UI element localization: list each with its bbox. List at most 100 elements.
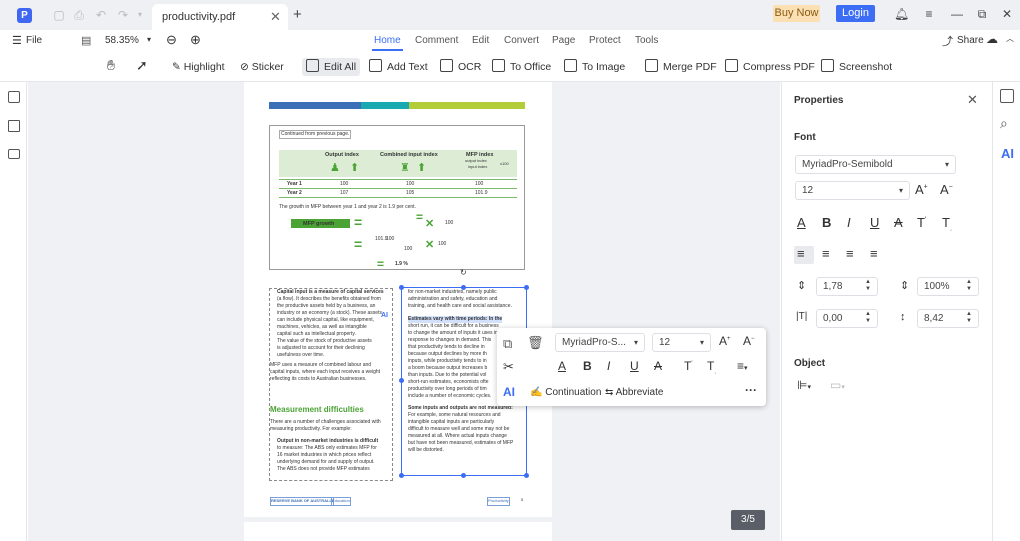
redo-icon[interactable]: ↷ — [116, 8, 130, 22]
add-text-button[interactable]: Add Text — [369, 58, 428, 76]
resize-handle-bm[interactable] — [461, 473, 466, 478]
italic-icon[interactable]: I — [847, 215, 851, 230]
abbreviate-button[interactable]: ⇆ Abbreviate — [605, 387, 663, 398]
resize-handle-tr[interactable] — [524, 285, 529, 290]
increase-font-icon[interactable]: A+ — [719, 334, 731, 348]
zoom-level[interactable]: 58.35% — [105, 35, 139, 46]
to-image-button[interactable]: To Image — [564, 58, 625, 76]
new-tab-button[interactable]: + — [293, 6, 302, 23]
rotate-handle-icon[interactable]: ↻ — [460, 268, 467, 277]
subscript-icon[interactable]: T. — [942, 215, 952, 233]
strikethrough-icon[interactable]: A — [654, 359, 662, 373]
compress-pdf-button[interactable]: Compress PDF — [725, 58, 815, 76]
tab-protect[interactable]: Protect — [589, 35, 621, 46]
align-right-icon[interactable]: ≡ — [846, 246, 854, 261]
chevron-down-icon[interactable]: ▾ — [133, 8, 147, 22]
minimize-icon[interactable]: — — [950, 7, 964, 21]
line-height-input[interactable]: 8,42 ▲ ▼ — [917, 309, 979, 328]
select-tool-icon[interactable]: ➚ — [136, 57, 148, 74]
bell-icon[interactable]: 🔔︎ — [894, 7, 909, 21]
cloud-icon[interactable]: ☁ — [986, 32, 998, 46]
tab-home[interactable]: Home — [374, 35, 401, 46]
share-icon[interactable]: ⤴ — [942, 33, 953, 49]
menu-icon[interactable]: ≡ — [922, 7, 936, 21]
increase-font-size-icon[interactable]: A+ — [915, 182, 928, 197]
save-icon[interactable]: ▢ — [52, 8, 66, 22]
copy-icon[interactable]: ⧉ — [503, 336, 512, 352]
close-window-icon[interactable]: ✕ — [1000, 7, 1014, 21]
print-icon[interactable]: ⎙ — [72, 8, 86, 22]
bookmark-icon[interactable] — [8, 120, 20, 132]
zoom-in-icon[interactable]: ⊕ — [190, 32, 201, 48]
more-options-icon[interactable]: ··· — [745, 383, 757, 397]
properties-panel-icon[interactable] — [1000, 89, 1014, 103]
align-left-icon[interactable]: ≡ — [797, 246, 805, 261]
zoom-dropdown-icon[interactable]: ▾ — [147, 35, 151, 44]
restore-icon[interactable]: ⧉ — [975, 7, 989, 22]
thumbnails-icon[interactable] — [8, 91, 20, 103]
resize-handle-bl[interactable] — [399, 473, 404, 478]
continuation-button[interactable]: ✍ Continuation — [530, 387, 601, 398]
ai-assistant-icon[interactable]: AI — [503, 385, 515, 399]
file-menu[interactable]: File — [26, 35, 42, 46]
screenshot-button[interactable]: Screenshot — [821, 58, 892, 76]
resize-handle-tl[interactable] — [399, 285, 404, 290]
app-logo-icon[interactable]: P — [17, 8, 32, 23]
edit-all-button[interactable]: Edit All — [302, 58, 361, 76]
spinner-icon[interactable]: ▲ ▼ — [865, 279, 871, 293]
delete-icon[interactable]: 🗑︎ — [527, 335, 544, 351]
merge-pdf-button[interactable]: Merge PDF — [645, 58, 717, 76]
tab-convert[interactable]: Convert — [504, 35, 539, 46]
hamburger-icon[interactable]: ☰ — [12, 34, 22, 47]
font-size-select[interactable]: 12 ▾ — [652, 333, 711, 352]
align-justify-icon[interactable]: ≡ — [870, 246, 878, 261]
spinner-icon[interactable]: ▲ ▼ — [966, 311, 972, 325]
tab-edit[interactable]: Edit — [472, 35, 489, 46]
share-button[interactable]: Share — [957, 35, 984, 46]
close-panel-icon[interactable]: ✕ — [967, 92, 978, 108]
decrease-font-size-icon[interactable]: A− — [940, 182, 953, 197]
font-family-select[interactable]: MyriadPro-S... ▾ — [555, 333, 645, 352]
highlight-button[interactable]: ✎ Highlight — [172, 58, 225, 76]
search-icon[interactable]: ⌕ — [1000, 115, 1008, 132]
superscript-icon[interactable]: T' — [684, 359, 693, 373]
login-button[interactable]: Login — [836, 5, 875, 22]
to-office-button[interactable]: To Office — [492, 58, 551, 76]
text-color-icon[interactable]: A — [797, 215, 806, 230]
sticker-button[interactable]: ⊘ Sticker — [240, 58, 284, 76]
bold-icon[interactable]: B — [583, 359, 592, 373]
spinner-icon[interactable]: ▲ ▼ — [865, 311, 871, 325]
bold-icon[interactable]: B — [822, 215, 831, 230]
collapse-ribbon-icon[interactable]: ︿ — [1006, 33, 1014, 44]
char-spacing-input[interactable]: 0,00 ▲ ▼ — [816, 309, 878, 328]
object-align-icon[interactable]: ⊫▾ — [797, 378, 811, 392]
strikethrough-icon[interactable]: A — [894, 215, 903, 230]
font-size-dropdown[interactable]: 12 ▾ — [795, 181, 910, 200]
align-icon[interactable]: ≡▾ — [737, 359, 748, 373]
tab-comment[interactable]: Comment — [415, 35, 458, 46]
subscript-icon[interactable]: T. — [707, 359, 716, 375]
scale-input[interactable]: 100% ▲ ▼ — [917, 277, 979, 296]
ai-icon[interactable]: AI — [1001, 146, 1014, 161]
cut-icon[interactable]: ✂ — [503, 359, 514, 375]
decrease-font-icon[interactable]: A− — [743, 334, 755, 348]
ocr-button[interactable]: OCR — [440, 58, 481, 76]
tab-page[interactable]: Page — [552, 35, 575, 46]
italic-icon[interactable]: I — [607, 359, 610, 373]
buy-now-button[interactable]: Buy Now — [773, 5, 820, 22]
line-spacing-input[interactable]: 1,78 ▲ ▼ — [816, 277, 878, 296]
close-tab-icon[interactable]: ✕ — [270, 9, 281, 25]
resize-handle-ml[interactable] — [399, 378, 404, 383]
ai-tag[interactable]: AI — [381, 312, 388, 319]
object-distribute-icon[interactable]: ▭▾ — [830, 378, 845, 392]
superscript-icon[interactable]: T' — [917, 215, 926, 230]
document-tab[interactable]: productivity.pdf ✕ — [152, 4, 288, 30]
spinner-icon[interactable]: ▲ ▼ — [966, 279, 972, 293]
tab-tools[interactable]: Tools — [635, 35, 658, 46]
font-family-dropdown[interactable]: MyriadPro-Semibold ▾ — [795, 155, 956, 174]
hand-tool-icon[interactable]: ✋︎ — [107, 57, 115, 74]
underline-icon[interactable]: U — [870, 215, 879, 230]
zoom-out-icon[interactable]: ⊖ — [166, 32, 177, 48]
page-view-icon[interactable]: ▤ — [81, 34, 91, 47]
text-color-icon[interactable]: A — [558, 359, 566, 373]
